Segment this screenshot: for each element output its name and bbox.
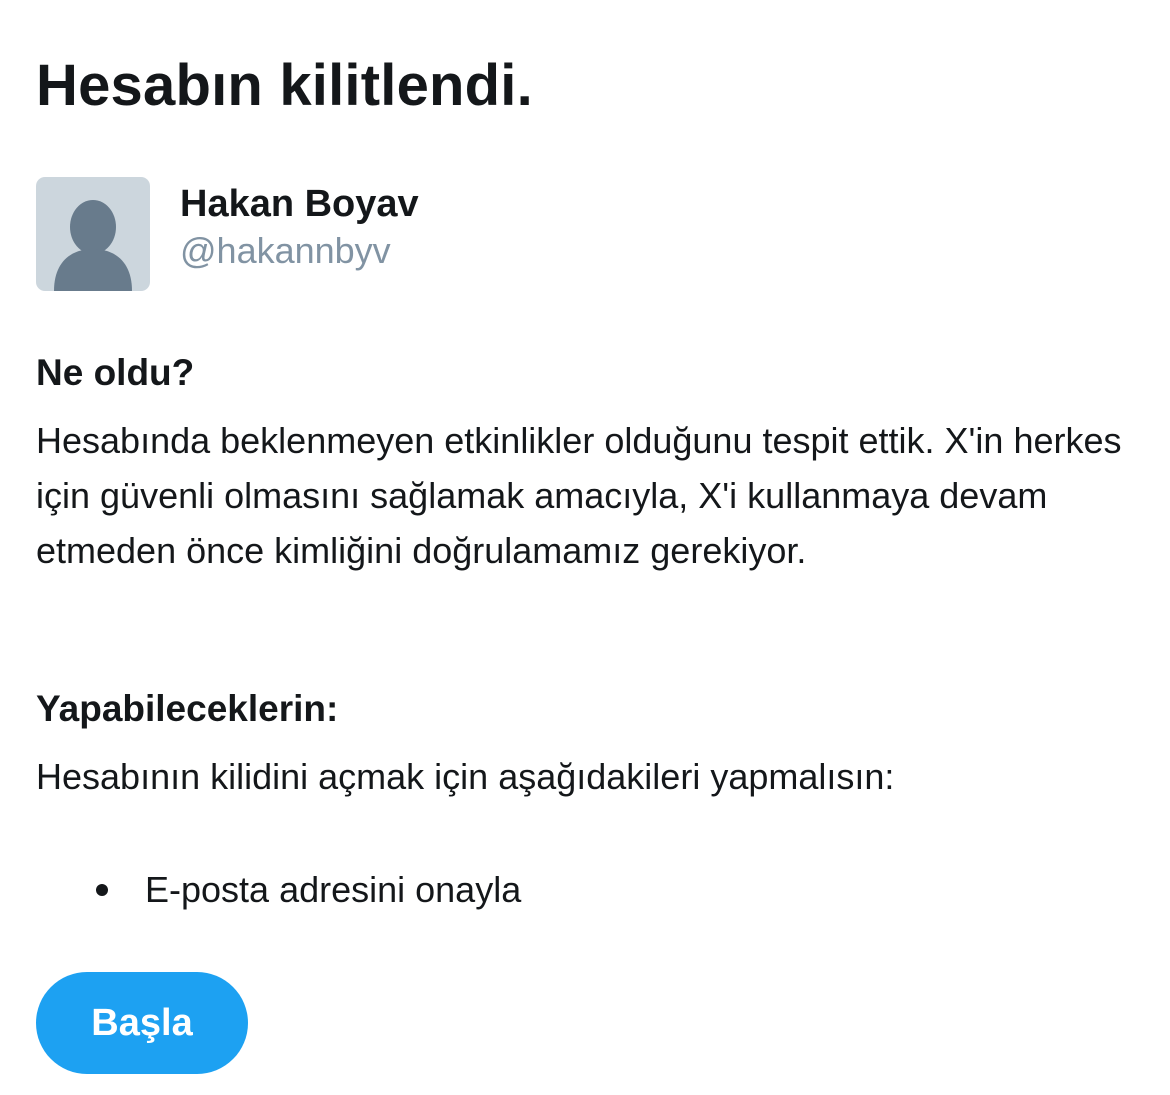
- avatar: [36, 177, 150, 291]
- default-user-silhouette-icon: [54, 200, 132, 291]
- display-name: Hakan Boyav: [180, 183, 419, 225]
- what-happened-description: Hesabında beklenmeyen etkinlikler olduğu…: [36, 420, 1122, 571]
- step-label-confirm-email: E-posta adresini onayla: [145, 869, 522, 910]
- list-item: E-posta adresini onayla: [36, 862, 521, 917]
- page-title: Hesabın kilitlendi.: [36, 53, 533, 118]
- required-steps-list: E-posta adresini onayla: [36, 862, 521, 917]
- what-happened-heading: Ne oldu?: [36, 352, 195, 393]
- bullet-icon: [96, 884, 108, 896]
- actions-heading: Yapabileceklerin:: [36, 688, 339, 729]
- start-button[interactable]: Başla: [36, 972, 248, 1074]
- actions-description: Hesabının kilidini açmak için aşağıdakil…: [36, 756, 895, 797]
- username-handle: @hakannbyv: [180, 230, 391, 271]
